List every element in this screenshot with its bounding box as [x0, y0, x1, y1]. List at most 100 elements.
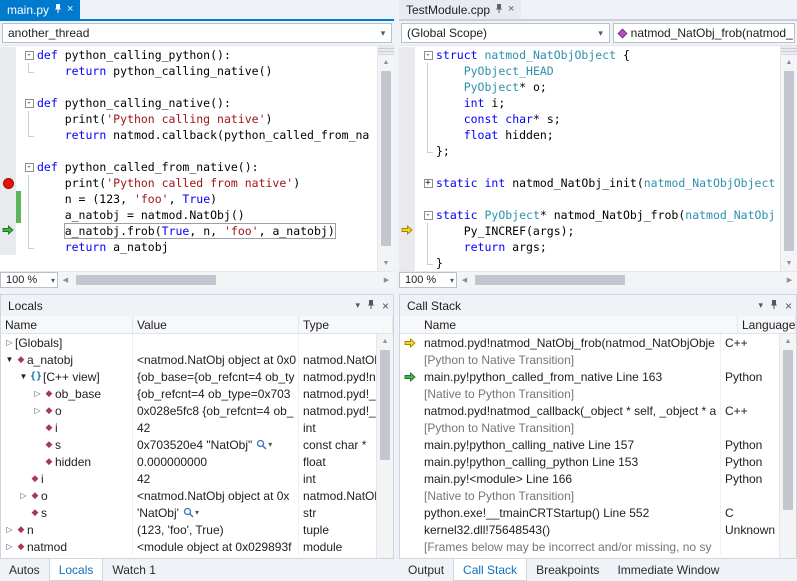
- locals-row[interactable]: ◆s0x703520e4 "NatObj"▾const char *: [1, 436, 376, 453]
- outlining-margin[interactable]: [21, 143, 37, 159]
- collapse-minus-icon[interactable]: -: [25, 163, 34, 172]
- code-text[interactable]: [436, 191, 780, 207]
- outlining-margin[interactable]: [420, 239, 436, 255]
- indicator-margin[interactable]: [399, 207, 415, 223]
- locals-row[interactable]: ◆s'NatObj'▾str: [1, 504, 376, 521]
- code-line[interactable]: return python_calling_native(): [0, 63, 377, 79]
- chevron-down-icon[interactable]: ▾: [195, 508, 199, 517]
- callstack-row[interactable]: [Native to Python Transition]: [400, 487, 779, 504]
- scrollbar-thumb[interactable]: [381, 71, 391, 246]
- code-line[interactable]: return natmod.callback(python_called_fro…: [0, 127, 377, 143]
- code-text[interactable]: static PyObject* natmod_NatObj_frob(natm…: [436, 207, 780, 223]
- code-text[interactable]: struct natmod_NatObjObject {: [436, 47, 780, 63]
- indicator-margin[interactable]: [399, 95, 415, 111]
- indicator-margin[interactable]: [0, 143, 16, 159]
- callstack-row[interactable]: natmod.pyd!natmod_NatObj_frob(natmod_Nat…: [400, 334, 779, 351]
- outlining-margin[interactable]: [420, 111, 436, 127]
- callstack-row[interactable]: kernel32.dll!75648543()Unknown: [400, 521, 779, 538]
- indicator-margin[interactable]: [399, 111, 415, 127]
- outlining-margin[interactable]: [420, 255, 436, 271]
- column-header-name[interactable]: Name: [420, 316, 738, 333]
- code-line[interactable]: a_natobj = natmod.NatObj(): [0, 207, 377, 223]
- code-text[interactable]: static int natmod_NatObj_init(natmod_Nat…: [436, 175, 780, 191]
- expander-expanded-icon[interactable]: ▼: [18, 372, 29, 381]
- close-icon[interactable]: ×: [785, 300, 792, 312]
- code-text[interactable]: return python_calling_native(): [37, 63, 377, 79]
- expander-collapsed-icon[interactable]: ▷: [4, 542, 15, 551]
- code-line[interactable]: };: [399, 143, 780, 159]
- document-tab-main-py[interactable]: main.py ×: [0, 0, 80, 19]
- code-editor-mainpy[interactable]: -def python_calling_python(): return pyt…: [0, 46, 377, 271]
- outlining-margin[interactable]: [21, 63, 37, 79]
- code-text[interactable]: a_natobj = natmod.NatObj(): [37, 207, 377, 223]
- indicator-margin[interactable]: [0, 207, 16, 223]
- splitter-grip[interactable]: [781, 46, 797, 55]
- member-combo[interactable]: natmod_NatObj_frob(natmod_ ▾: [613, 23, 795, 43]
- code-text[interactable]: Py_INCREF(args);: [436, 223, 780, 239]
- outlining-margin[interactable]: [21, 239, 37, 255]
- outlining-margin[interactable]: [21, 223, 37, 239]
- locals-row[interactable]: ▼{}[C++ view]{ob_base={ob_refcnt=4 ob_ty…: [1, 368, 376, 385]
- outlining-margin[interactable]: -: [21, 47, 37, 63]
- scope-combo[interactable]: (Global Scope) ▾: [401, 23, 610, 43]
- outlining-margin[interactable]: [420, 79, 436, 95]
- vertical-scrollbar[interactable]: ▲ ▼: [376, 334, 393, 558]
- scroll-left-icon[interactable]: ◀: [58, 272, 73, 288]
- outlining-margin[interactable]: [420, 143, 436, 159]
- code-line[interactable]: Py_INCREF(args);: [399, 223, 780, 239]
- horizontal-scrollbar[interactable]: ◀ ▶: [457, 272, 797, 288]
- outlining-margin[interactable]: [420, 159, 436, 175]
- scroll-down-icon[interactable]: ▼: [781, 256, 797, 271]
- code-text[interactable]: def python_calling_native():: [37, 95, 377, 111]
- locals-titlebar[interactable]: Locals ▾ ×: [1, 295, 393, 316]
- close-icon[interactable]: ×: [508, 4, 514, 15]
- indicator-margin[interactable]: [399, 223, 415, 239]
- indicator-margin[interactable]: [399, 159, 415, 175]
- tool-tab-immediate-window[interactable]: Immediate Window: [608, 559, 728, 581]
- locals-row[interactable]: ▼◆a_natobj<natmod.NatObj object at 0x0na…: [1, 351, 376, 368]
- indicator-margin[interactable]: [0, 63, 16, 79]
- scroll-up-icon[interactable]: ▲: [378, 55, 394, 70]
- code-text[interactable]: float hidden;: [436, 127, 780, 143]
- indicator-margin[interactable]: [0, 127, 16, 143]
- callstack-row[interactable]: main.py!python_calling_python Line 153Py…: [400, 453, 779, 470]
- scroll-left-icon[interactable]: ◀: [457, 272, 472, 288]
- code-line[interactable]: [399, 191, 780, 207]
- outlining-margin[interactable]: [21, 191, 37, 207]
- callstack-row[interactable]: [Python to Native Transition]: [400, 351, 779, 368]
- collapse-minus-icon[interactable]: -: [424, 51, 433, 60]
- column-header-value[interactable]: Value: [133, 316, 299, 333]
- code-text[interactable]: def python_calling_python():: [37, 47, 377, 63]
- code-line[interactable]: print('Python calling native'): [0, 111, 377, 127]
- code-text[interactable]: [436, 159, 780, 175]
- indicator-margin[interactable]: [0, 175, 16, 191]
- document-tab-testmodule-cpp[interactable]: TestModule.cpp ×: [399, 0, 521, 19]
- pin-icon[interactable]: [54, 3, 62, 17]
- indicator-margin[interactable]: [399, 79, 415, 95]
- indicator-margin[interactable]: [399, 255, 415, 271]
- outlining-margin[interactable]: [420, 223, 436, 239]
- outlining-margin[interactable]: +: [420, 175, 436, 191]
- code-line[interactable]: -def python_called_from_native():: [0, 159, 377, 175]
- code-line[interactable]: return args;: [399, 239, 780, 255]
- code-line[interactable]: -def python_calling_python():: [0, 47, 377, 63]
- indicator-margin[interactable]: [399, 127, 415, 143]
- expander-collapsed-icon[interactable]: ▷: [32, 406, 43, 415]
- indicator-margin[interactable]: [0, 111, 16, 127]
- indicator-margin[interactable]: [399, 191, 415, 207]
- indicator-margin[interactable]: [0, 47, 16, 63]
- code-line[interactable]: print('Python called from native'): [0, 175, 377, 191]
- magnifier-icon[interactable]: ▾: [183, 507, 199, 518]
- locals-row[interactable]: ◆i42int: [1, 419, 376, 436]
- horizontal-scrollbar[interactable]: ◀ ▶: [58, 272, 394, 288]
- tool-tab-breakpoints[interactable]: Breakpoints: [527, 559, 608, 581]
- callstack-row[interactable]: [Native to Python Transition]: [400, 385, 779, 402]
- code-line[interactable]: PyObject* o;: [399, 79, 780, 95]
- column-header-language[interactable]: Language: [738, 316, 796, 333]
- indicator-margin[interactable]: [399, 175, 415, 191]
- tool-tab-watch-1[interactable]: Watch 1: [103, 559, 165, 581]
- magnifier-icon[interactable]: ▾: [256, 439, 272, 450]
- collapse-minus-icon[interactable]: -: [25, 99, 34, 108]
- scroll-up-icon[interactable]: ▲: [781, 55, 797, 70]
- expander-collapsed-icon[interactable]: ▷: [4, 525, 15, 534]
